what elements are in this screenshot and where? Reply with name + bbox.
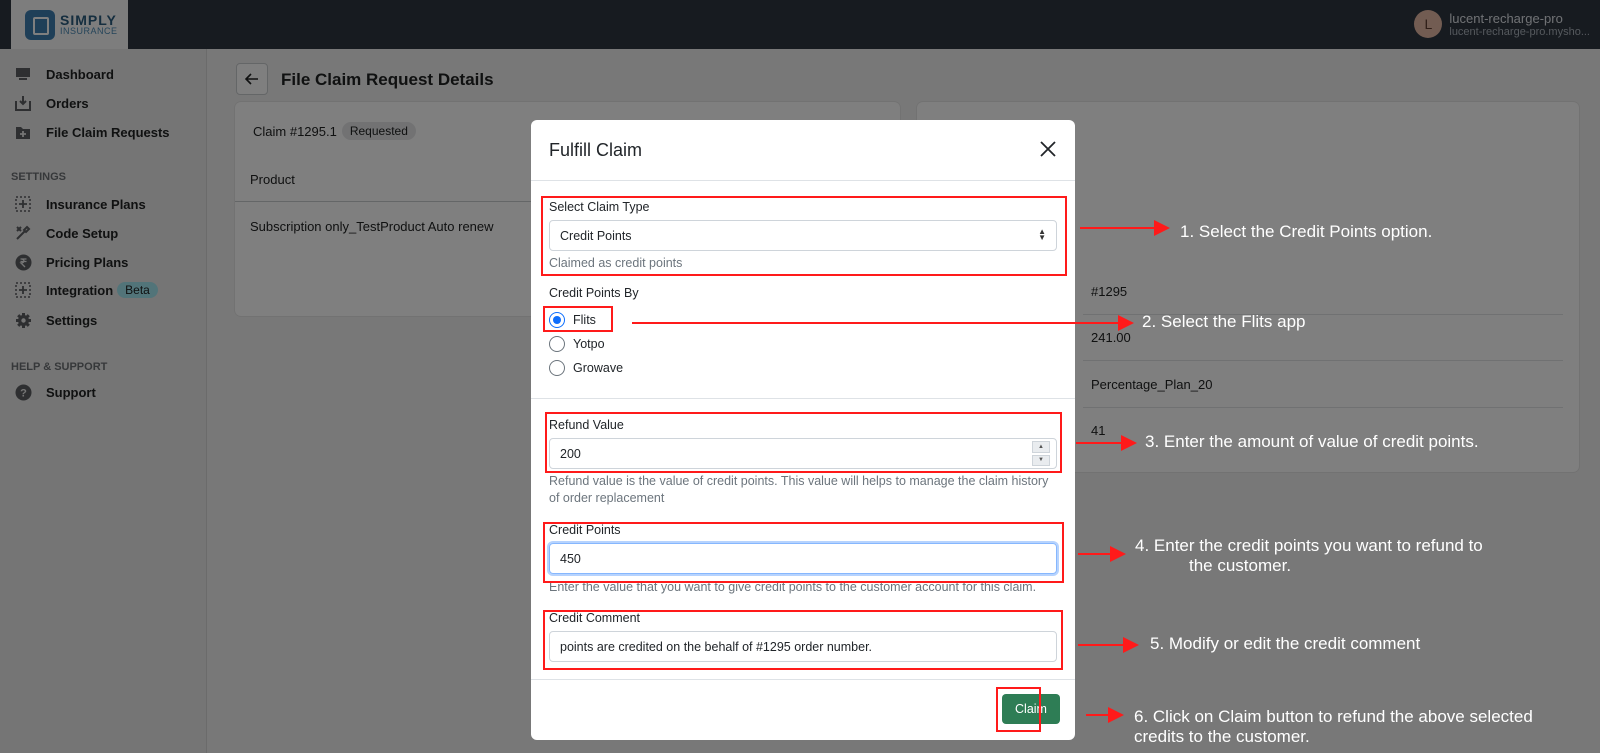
note-step4-line1: 4. Enter the credit points you want to r…	[1135, 536, 1483, 555]
note-step1: 1. Select the Credit Points option.	[1180, 222, 1433, 241]
note-step6-line2: credits to the customer.	[1134, 727, 1310, 746]
note-step6-line1: 6. Click on Claim button to refund the a…	[1134, 707, 1533, 726]
note-step3: 3. Enter the amount of value of credit p…	[1145, 432, 1479, 451]
note-step2: 2. Select the Flits app	[1142, 312, 1306, 331]
note-step4-line2: the customer.	[1189, 556, 1292, 575]
note-step5: 5. Modify or edit the credit comment	[1150, 634, 1421, 653]
